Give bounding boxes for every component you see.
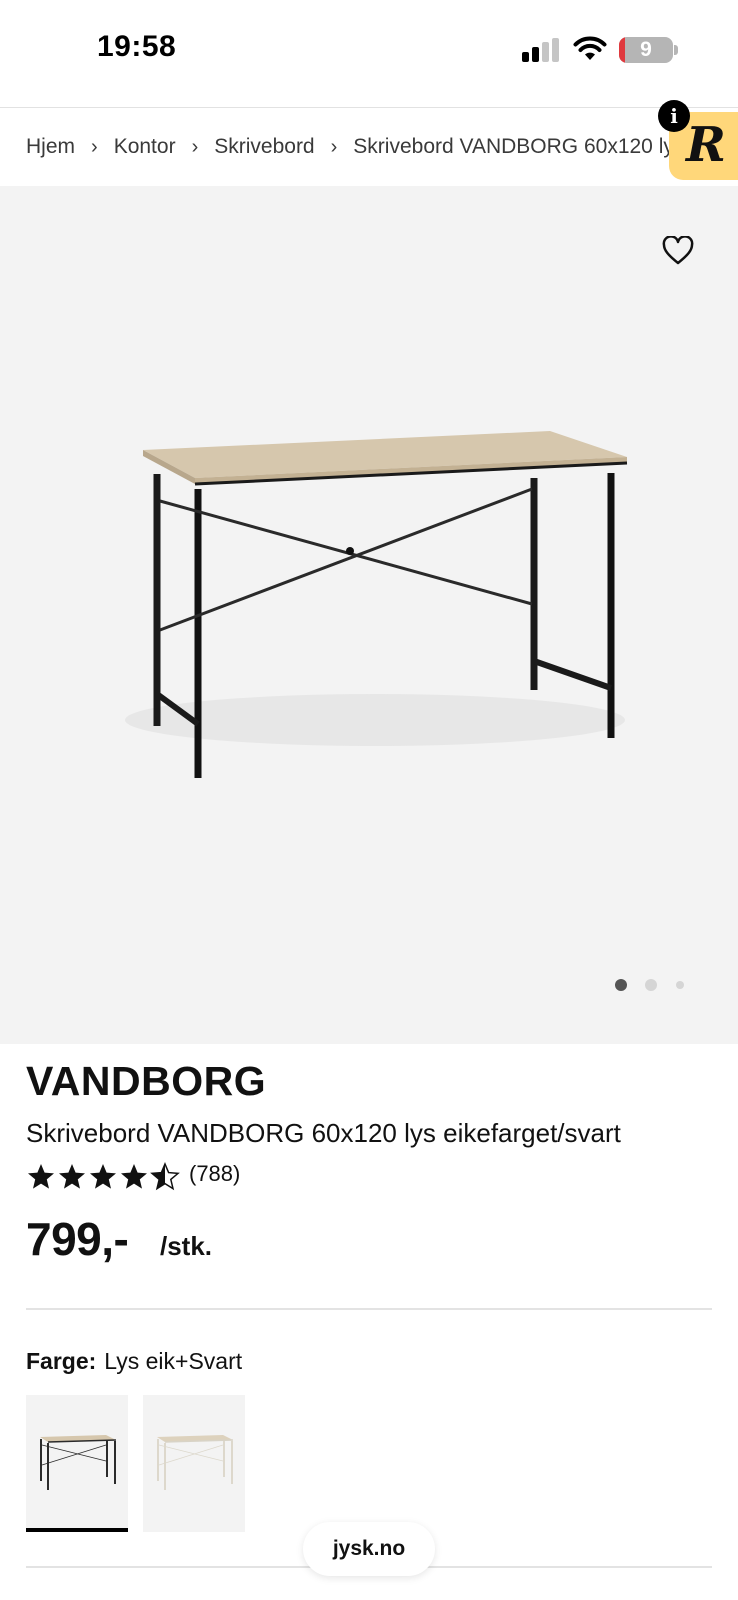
star-icon	[59, 1164, 85, 1189]
color-label-title: Farge:	[26, 1348, 97, 1374]
battery-nub	[674, 45, 678, 55]
chevron-right-icon: ›	[191, 135, 199, 158]
star-icon	[28, 1164, 54, 1189]
breadcrumb-kontor[interactable]: Kontor	[114, 135, 176, 159]
color-value: Lys eik+Svart	[104, 1348, 243, 1374]
browser-url-pill[interactable]: jysk.no	[303, 1522, 435, 1576]
gallery-dot[interactable]	[676, 981, 684, 989]
chevron-right-icon: ›	[91, 135, 98, 158]
color-label: Farge: Lys eik+Svart	[26, 1348, 242, 1375]
heart-icon[interactable]	[662, 236, 694, 266]
product-gallery[interactable]	[0, 186, 738, 1044]
status-bar: 19:58 9	[0, 0, 738, 106]
product-name: Skrivebord VANDBORG 60x120 lys eikefarge…	[26, 1118, 621, 1148]
breadcrumb-current[interactable]: Skrivebord VANDBORG 60x120 lys eikefarge…	[353, 135, 676, 159]
signal-icon	[522, 38, 562, 62]
battery-level: 9	[640, 38, 652, 61]
color-swatch-selected[interactable]	[26, 1395, 128, 1532]
rating-stars[interactable]	[26, 1162, 186, 1192]
price-unit: /stk.	[160, 1231, 213, 1261]
wifi-icon	[573, 36, 607, 60]
section-divider	[26, 1308, 712, 1310]
gallery-dot-active[interactable]	[615, 979, 627, 991]
gallery-dot[interactable]	[645, 979, 657, 991]
chevron-right-icon: ›	[330, 135, 338, 158]
swatch-desk-black-image	[40, 1435, 117, 1490]
gallery-dots	[610, 978, 690, 992]
swatch-desk-white-image	[157, 1435, 234, 1490]
review-count[interactable]: (788)	[189, 1161, 240, 1187]
star-icon	[90, 1164, 116, 1189]
product-brand: VANDBORG	[26, 1058, 267, 1104]
product-price: 799,-	[26, 1213, 129, 1265]
swatch-selected-indicator	[26, 1528, 128, 1532]
color-swatch[interactable]	[143, 1395, 245, 1532]
breadcrumb-home[interactable]: Hjem	[26, 135, 75, 159]
info-icon[interactable]: i	[658, 100, 690, 132]
breadcrumb-skrivebord[interactable]: Skrivebord	[214, 135, 314, 159]
star-icon	[121, 1164, 147, 1189]
battery-icon: 9	[619, 37, 673, 63]
extension-logo-icon[interactable]: R	[686, 117, 726, 173]
status-time: 19:58	[97, 30, 177, 63]
desk-product-image	[125, 431, 628, 778]
breadcrumb: Hjem › Kontor › Skrivebord › Skrivebord …	[26, 108, 676, 186]
